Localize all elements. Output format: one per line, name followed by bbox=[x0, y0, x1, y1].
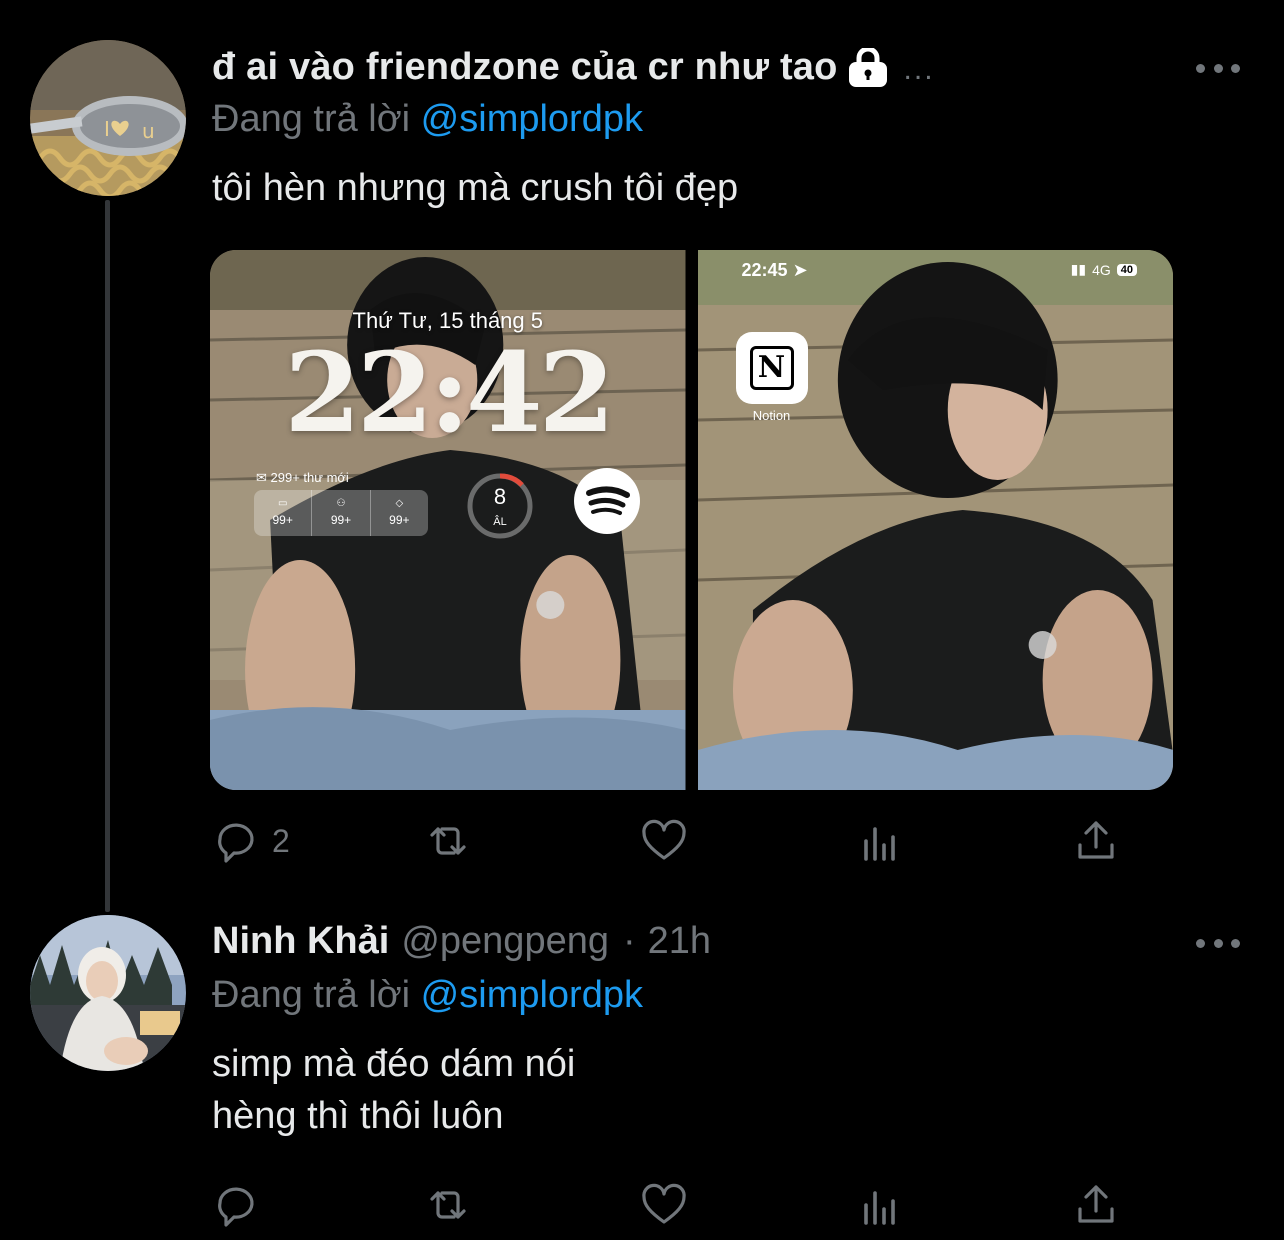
gmail-widget-label: ✉ 299+ thư mới bbox=[256, 470, 349, 485]
display-name[interactable]: đ ai vào friendzone của cr như tao bbox=[212, 46, 838, 89]
retweet-button[interactable] bbox=[424, 816, 472, 866]
name-truncation: ... bbox=[903, 52, 935, 86]
like-button[interactable] bbox=[640, 816, 688, 866]
share-button[interactable] bbox=[1072, 1180, 1120, 1230]
avatar-person-image bbox=[30, 915, 186, 1071]
mail-count-inbox: ▭ 99+ bbox=[254, 490, 313, 536]
views-icon bbox=[864, 827, 895, 861]
replying-to: Đang trả lời @simplordpk bbox=[212, 974, 643, 1017]
lock-time: 22:42 bbox=[284, 328, 615, 457]
tweet-header: đ ai vào friendzone của cr như tao ... bbox=[212, 46, 935, 89]
replying-to-label: Đang trả lời bbox=[212, 974, 411, 1016]
notion-icon: N bbox=[749, 346, 794, 390]
like-button[interactable] bbox=[640, 1180, 688, 1230]
notion-app-icon[interactable]: N bbox=[735, 332, 808, 404]
share-icon bbox=[1078, 821, 1114, 859]
svg-text:I: I bbox=[104, 117, 110, 141]
notion-app-label: Notion bbox=[752, 408, 791, 423]
retweet-icon bbox=[430, 1191, 466, 1219]
battery-level: 40 bbox=[1116, 263, 1137, 276]
avatar[interactable] bbox=[30, 915, 186, 1071]
tweet-header: Ninh Khải @pengpeng · 21h bbox=[212, 920, 711, 963]
more-icon bbox=[1196, 63, 1205, 73]
display-name[interactable]: Ninh Khải bbox=[212, 920, 389, 963]
views-button[interactable] bbox=[856, 1180, 904, 1230]
views-icon bbox=[864, 1191, 895, 1225]
replying-to: Đang trả lời @simplordpk bbox=[212, 98, 643, 141]
replying-to-label: Đang trả lời bbox=[212, 98, 411, 140]
lunar-day: 8 bbox=[493, 484, 507, 509]
reply-icon bbox=[218, 1187, 254, 1227]
media-grid: Thứ Tư, 15 tháng 5 22:42 ✉ 299+ thư mới … bbox=[210, 250, 1173, 790]
reply-button[interactable] bbox=[212, 1180, 272, 1230]
retweet-icon bbox=[430, 827, 466, 855]
user-handle[interactable]: @pengpeng bbox=[401, 920, 609, 963]
tweet-actions bbox=[212, 1180, 1122, 1230]
svg-text:u: u bbox=[142, 119, 155, 143]
reply-button[interactable]: 2 bbox=[212, 816, 290, 866]
network-type: 4G bbox=[1092, 261, 1111, 278]
retweet-button[interactable] bbox=[424, 1180, 472, 1230]
lunar-label: ÂL bbox=[493, 516, 507, 528]
location-arrow-icon: ➤ bbox=[792, 260, 808, 280]
spotify-icon bbox=[573, 467, 641, 535]
avatar[interactable]: I u bbox=[30, 40, 186, 196]
views-button[interactable] bbox=[856, 816, 904, 866]
avatar-spoon-image: I u bbox=[30, 40, 186, 196]
gmail-widget: ▭ 99+ ⚇ 99+ ◇ 99+ bbox=[254, 490, 428, 536]
status-time: 22:45 ➤ bbox=[741, 260, 808, 280]
reply-mention-link[interactable]: @simplordpk bbox=[421, 974, 643, 1016]
timestamp[interactable]: 21h bbox=[648, 920, 711, 963]
homescreen-photo bbox=[697, 250, 1173, 790]
more-options-button[interactable] bbox=[1196, 933, 1240, 953]
lunar-date-widget: 8 ÂL bbox=[466, 472, 534, 540]
separator: · bbox=[622, 920, 636, 962]
reply-icon bbox=[218, 823, 254, 863]
lock-icon bbox=[848, 46, 888, 88]
like-icon bbox=[642, 819, 686, 860]
thread-connector-line bbox=[105, 200, 110, 912]
tweet-text: tôi hèn nhưng mà crush tôi đẹp bbox=[212, 167, 739, 209]
status-indicators: ▮▮ 4G 40 bbox=[1071, 261, 1137, 278]
share-button[interactable] bbox=[1072, 816, 1120, 866]
share-icon bbox=[1078, 1185, 1114, 1223]
signal-icon: ▮▮ bbox=[1070, 261, 1087, 277]
reply-count: 2 bbox=[272, 822, 290, 859]
reply-mention-link[interactable]: @simplordpk bbox=[421, 98, 643, 140]
like-icon bbox=[642, 1183, 686, 1224]
tweet-text: simp mà đéo dám nói hèng thì thôi luôn bbox=[212, 1043, 576, 1137]
gmail-icon: ✉ bbox=[256, 470, 271, 485]
mail-count-social: ⚇ 99+ bbox=[312, 490, 371, 536]
media-image-lockscreen[interactable]: Thứ Tư, 15 tháng 5 22:42 ✉ 299+ thư mới … bbox=[210, 250, 686, 790]
mail-count-promotions: ◇ 99+ bbox=[389, 498, 410, 527]
more-icon bbox=[1196, 938, 1205, 948]
more-options-button[interactable] bbox=[1196, 58, 1240, 78]
tweet-actions: 2 bbox=[212, 816, 1122, 866]
media-image-homescreen[interactable]: 22:45 ➤ ▮▮ 4G 40 N Notion bbox=[697, 250, 1173, 790]
